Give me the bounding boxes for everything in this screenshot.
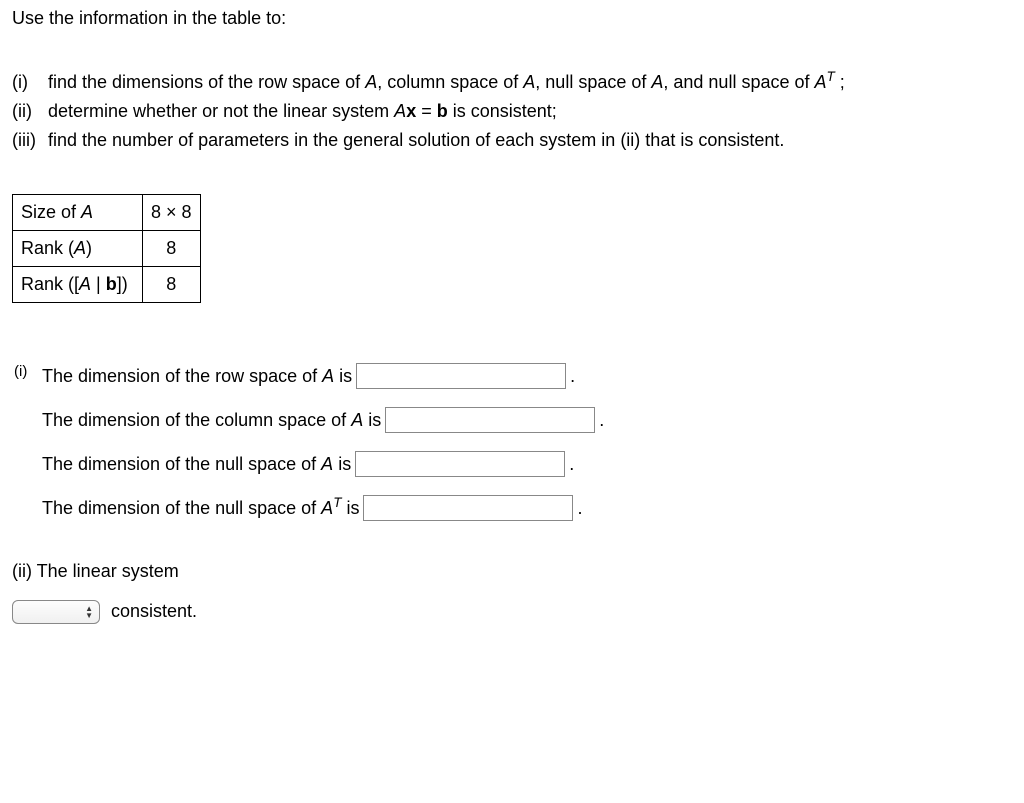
problem-iii: (iii) find the number of parameters in t…	[12, 127, 1012, 154]
table-label-size: Size of A	[13, 195, 143, 231]
table-row: Rank ([A | b]) 8	[13, 267, 201, 303]
data-table: Size of A 8 × 8 Rank (A) 8 Rank ([A | b]…	[12, 194, 201, 303]
answer-row-rowspace: (i) The dimension of the row space of A …	[14, 363, 1012, 389]
answer-text: The dimension of the null space of AT is	[42, 498, 359, 519]
period: .	[599, 410, 604, 431]
problem-i: (i) find the dimensions of the row space…	[12, 69, 1012, 96]
table-row: Size of A 8 × 8	[13, 195, 201, 231]
problem-ii: (ii) determine whether or not the linear…	[12, 98, 1012, 125]
answers-part-i: (i) The dimension of the row space of A …	[14, 363, 1012, 521]
problem-iii-num: (iii)	[12, 127, 48, 154]
answers-part-ii: (ii) The linear system ▲ ▼ consistent.	[12, 561, 1012, 624]
consistency-tail: consistent.	[111, 601, 197, 621]
table-value-rank-a: 8	[143, 231, 201, 267]
instruction-heading: Use the information in the table to:	[12, 8, 1012, 29]
problem-iii-text: find the number of parameters in the gen…	[48, 127, 784, 154]
table-value-size: 8 × 8	[143, 195, 201, 231]
answer-text: The dimension of the column space of A i…	[42, 410, 381, 431]
rowspace-input[interactable]	[356, 363, 566, 389]
problem-ii-num: (ii)	[12, 98, 48, 125]
answer-text: The dimension of the null space of A is	[42, 454, 351, 475]
table-value-rank-ab: 8	[143, 267, 201, 303]
problem-i-text: find the dimensions of the row space of …	[48, 69, 845, 96]
table-label-rank-a: Rank (A)	[13, 231, 143, 267]
part-ii-label: (ii) The linear system	[12, 561, 1012, 582]
problem-ii-text: determine whether or not the linear syst…	[48, 98, 557, 125]
select-arrows-icon: ▲ ▼	[85, 605, 93, 619]
nullspace-input[interactable]	[355, 451, 565, 477]
problem-i-num: (i)	[12, 69, 48, 96]
consistency-select[interactable]: ▲ ▼	[12, 600, 100, 624]
period: .	[569, 454, 574, 475]
period: .	[570, 366, 575, 387]
colspace-input[interactable]	[385, 407, 595, 433]
answer-row-colspace: The dimension of the column space of A i…	[14, 407, 1012, 433]
answer-row-nullspace: The dimension of the null space of A is …	[14, 451, 1012, 477]
answer-text: The dimension of the row space of A is	[42, 366, 352, 387]
answer-row-nullspace-at: The dimension of the null space of AT is…	[14, 495, 1012, 521]
nullspace-at-input[interactable]	[363, 495, 573, 521]
problem-list: (i) find the dimensions of the row space…	[12, 69, 1012, 154]
consistency-row: ▲ ▼ consistent.	[12, 600, 1012, 624]
part-i-label: (i)	[14, 363, 42, 380]
table-label-rank-ab: Rank ([A | b])	[13, 267, 143, 303]
period: .	[577, 498, 582, 519]
table-row: Rank (A) 8	[13, 231, 201, 267]
